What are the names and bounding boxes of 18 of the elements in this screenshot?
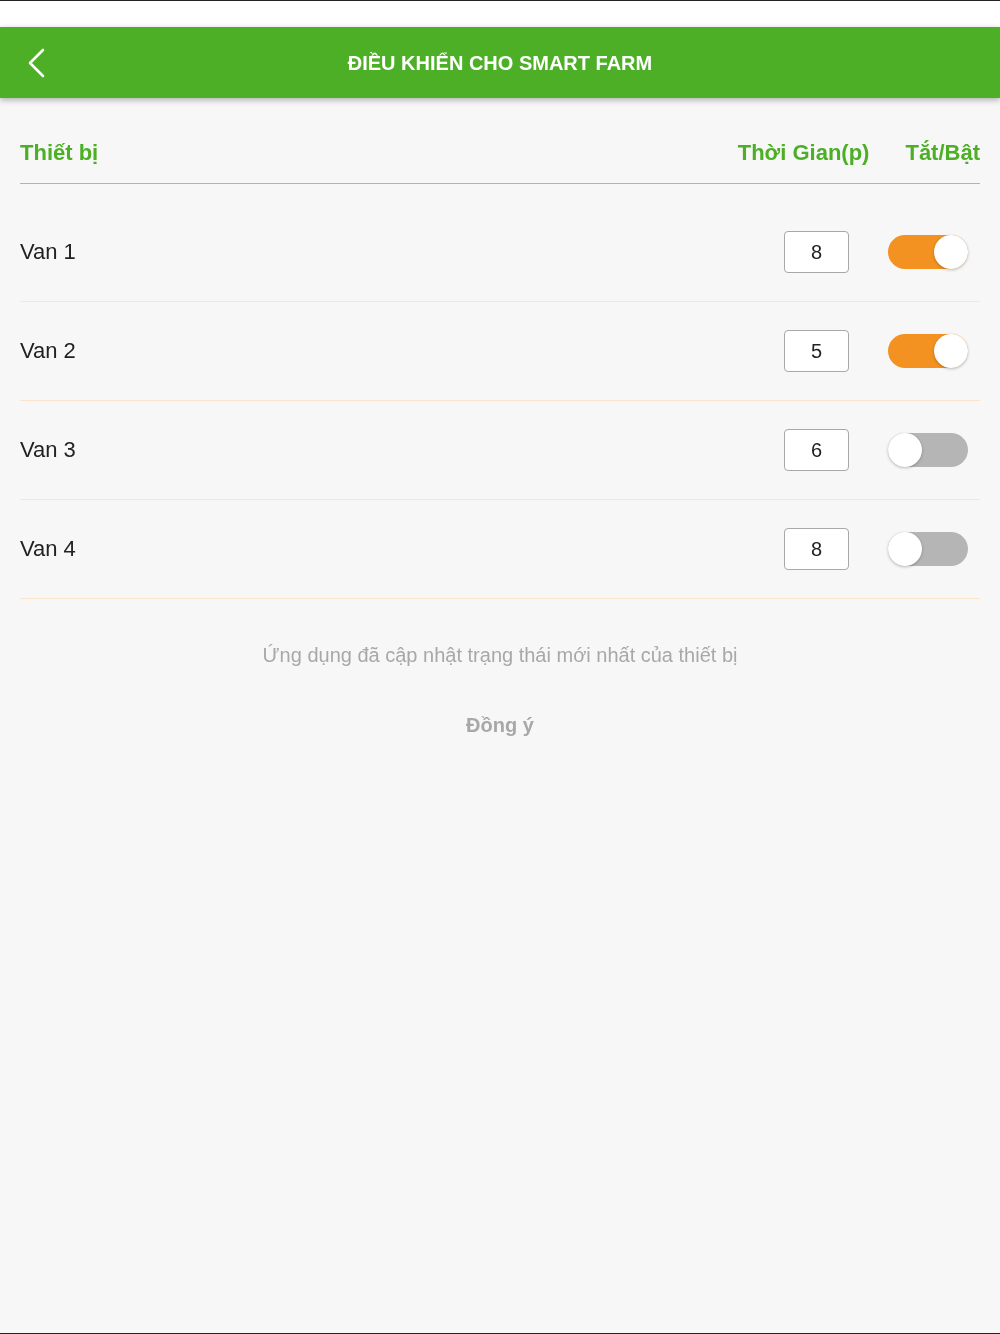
back-icon[interactable]	[26, 48, 46, 78]
time-input[interactable]: 6	[784, 429, 849, 471]
column-header: Tắt/Bật	[905, 140, 980, 166]
device-name: Van 4	[20, 536, 77, 562]
header-title: ĐIỀU KHIỂN CHO SMART FARM	[347, 50, 653, 75]
toggle-switch[interactable]	[888, 334, 968, 368]
device-name: Van 1	[20, 239, 77, 265]
column-header: Thiết bị	[20, 140, 100, 166]
toggle-switch[interactable]	[888, 433, 968, 467]
toast-message: Ứng dụng đã cập nhật trạng thái mới nhất của thiết bị	[262, 643, 738, 667]
column-header: Thời Gian(p)	[737, 140, 870, 166]
device-name: Van 3	[20, 437, 77, 463]
toggle-switch[interactable]	[888, 532, 968, 566]
device-name: Van 2	[20, 338, 77, 364]
toggle-switch[interactable]	[888, 235, 968, 269]
time-input[interactable]: 8	[784, 528, 849, 570]
time-input[interactable]: 5	[784, 330, 849, 372]
time-input[interactable]: 8	[784, 231, 849, 273]
